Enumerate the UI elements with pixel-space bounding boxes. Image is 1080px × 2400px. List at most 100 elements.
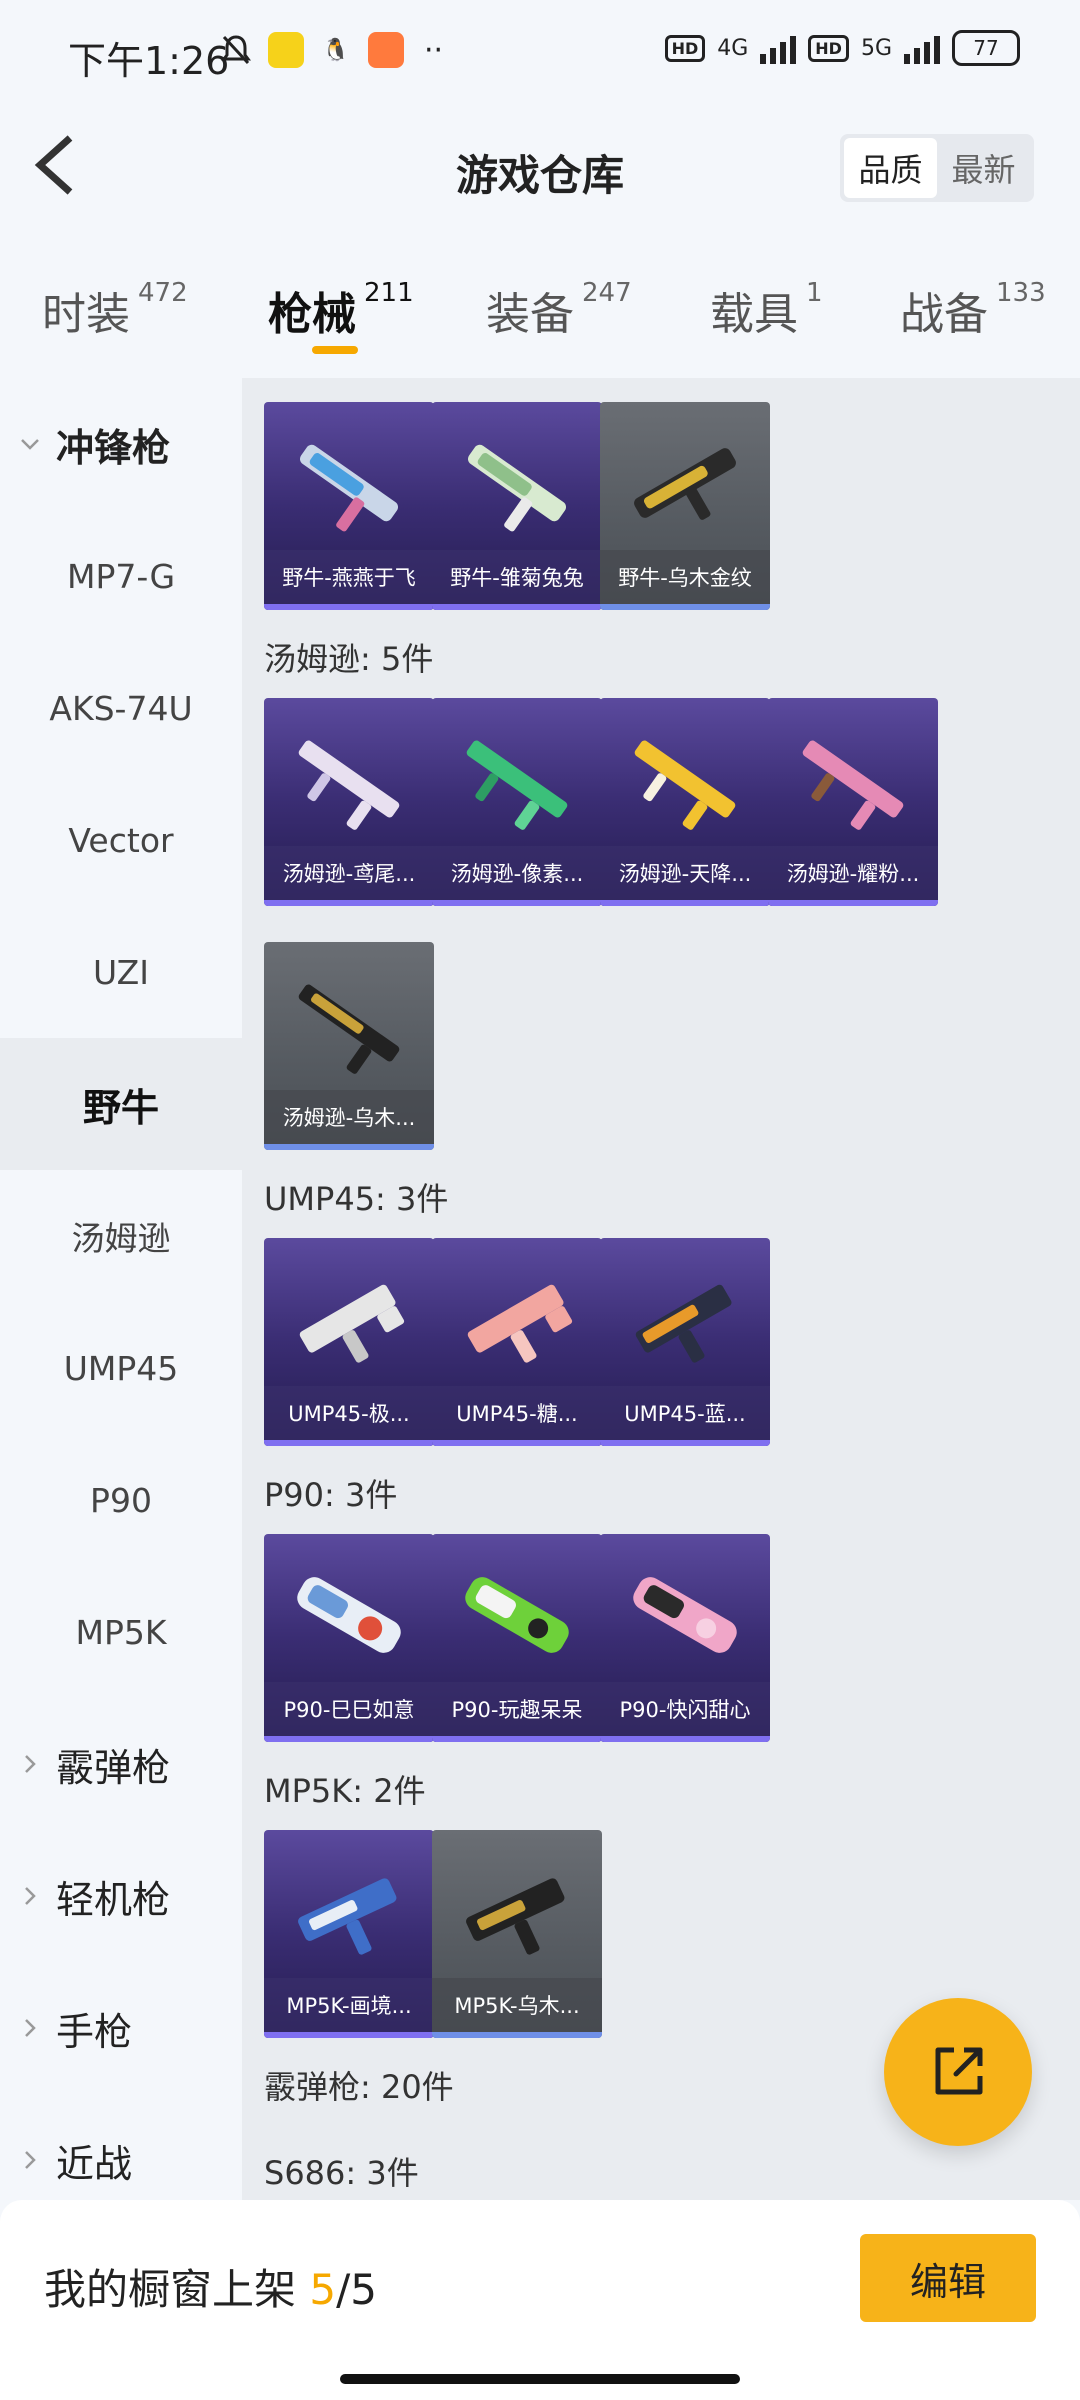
sidebar-item-thompson[interactable]: 汤姆逊: [0, 1170, 242, 1302]
sidebar-item-ump45[interactable]: UMP45: [0, 1302, 242, 1434]
network-5g: 5G: [860, 35, 892, 61]
chevron-down-icon: [21, 439, 39, 450]
item-card[interactable]: UMP45-糖...: [432, 1238, 602, 1446]
sidebar-item-lmg[interactable]: 轻机枪: [0, 1830, 242, 1962]
item-name: 野牛-燕燕于飞: [264, 550, 434, 604]
section-title-mp5k: MP5K: 2件: [264, 1772, 426, 1810]
bottom-bar: 我的橱窗上架 5/5 编辑: [0, 2200, 1080, 2400]
item-name: MP5K-乌木...: [432, 1978, 602, 2032]
item-card[interactable]: P90-快闪甜心: [600, 1534, 770, 1742]
gun-skin-icon: [299, 1284, 405, 1363]
section-title-ump45: UMP45: 3件: [264, 1180, 449, 1218]
chevron-right-icon: [25, 1755, 36, 1773]
sidebar-item-aks74u[interactable]: AKS-74U: [0, 642, 242, 774]
item-name: 汤姆逊-像素...: [432, 846, 602, 900]
item-name: 汤姆逊-耀粉...: [768, 846, 938, 900]
item-name: UMP45-蓝...: [600, 1386, 770, 1440]
section-title-thompson: 汤姆逊: 5件: [264, 640, 434, 678]
bell-off-icon: [221, 35, 251, 65]
item-name: 汤姆逊-天降...: [600, 846, 770, 900]
item-grid: 野牛-燕燕于飞 野牛-雏菊兔兔 野牛-乌木金纹 汤姆逊: 5件 汤姆逊-鸢尾..…: [242, 378, 1080, 2200]
sort-toggle: 品质 最新: [840, 134, 1034, 202]
network-4g: 4G: [717, 35, 749, 61]
item-name: MP5K-画境...: [264, 1978, 434, 2032]
app-notification-icon: [268, 32, 304, 68]
item-card[interactable]: 汤姆逊-乌木...: [264, 942, 434, 1150]
sidebar-item-p90[interactable]: P90: [0, 1434, 242, 1566]
sidebar-item-vector[interactable]: Vector: [0, 774, 242, 906]
status-bar: 下午1:26 🐧 ·· HD 4G HD 5G 77: [0, 0, 1080, 110]
item-card[interactable]: 野牛-燕燕于飞: [264, 402, 434, 610]
section-title-p90: P90: 3件: [264, 1476, 398, 1514]
section-title-s686: S686: 3件: [264, 2154, 419, 2192]
gun-skin-icon: [633, 1577, 737, 1653]
sort-newest[interactable]: 最新: [937, 138, 1030, 198]
item-name: UMP45-糖...: [432, 1386, 602, 1440]
item-card[interactable]: P90-巳巳如意: [264, 1534, 434, 1742]
tab-indicator: [312, 346, 358, 354]
battery-icon: 77: [952, 30, 1020, 66]
status-time: 下午1:26: [68, 39, 230, 83]
gun-skin-icon: [467, 1284, 573, 1363]
gun-skin-icon: [802, 740, 904, 830]
gun-skin-icon: [298, 1878, 397, 1955]
item-card[interactable]: UMP45-极...: [264, 1238, 434, 1446]
sort-quality[interactable]: 品质: [844, 138, 937, 198]
tab-guns[interactable]: 枪械 211: [268, 278, 414, 342]
gun-skin-icon: [466, 1878, 565, 1955]
item-name: 野牛-乌木金纹: [600, 550, 770, 604]
home-indicator: [340, 2374, 740, 2384]
sidebar-item-shotgun[interactable]: 霰弹枪: [0, 1698, 242, 1830]
sidebar-item-uzi[interactable]: UZI: [0, 906, 242, 1038]
item-card[interactable]: 汤姆逊-天降...: [600, 698, 770, 906]
item-card[interactable]: 汤姆逊-像素...: [432, 698, 602, 906]
share-icon: [935, 2047, 983, 2095]
gun-skin-icon: [635, 1284, 732, 1363]
tab-vehicles[interactable]: 载具 1: [710, 278, 823, 342]
item-card[interactable]: 汤姆逊-耀粉...: [768, 698, 938, 906]
hd-icon-2: HD: [808, 34, 849, 62]
chevron-right-icon: [25, 1887, 36, 1905]
item-card[interactable]: P90-玩趣呆呆: [432, 1534, 602, 1742]
share-button[interactable]: [884, 1998, 1032, 2146]
shop-notification-icon: [368, 32, 404, 68]
gun-skin-icon: [467, 444, 567, 532]
item-card[interactable]: 野牛-乌木金纹: [600, 402, 770, 610]
item-name: P90-巳巳如意: [264, 1682, 434, 1736]
gun-skin-icon: [466, 740, 568, 830]
header: 游戏仓库 品质 最新: [0, 110, 1080, 230]
item-card[interactable]: MP5K-画境...: [264, 1830, 434, 2038]
sidebar: 冲锋枪 MP7-G AKS-74U Vector UZI 野牛 汤姆逊 UMP4…: [0, 378, 242, 2200]
item-card[interactable]: UMP45-蓝...: [600, 1238, 770, 1446]
sidebar-item-pistol[interactable]: 手枪: [0, 1962, 242, 2094]
signal-icon-2: [904, 32, 940, 64]
signal-icon: [760, 32, 797, 64]
item-name: P90-快闪甜心: [600, 1682, 770, 1736]
item-name: UMP45-极...: [264, 1386, 434, 1440]
sidebar-item-smg[interactable]: 冲锋枪: [0, 378, 242, 510]
sidebar-item-mp7g[interactable]: MP7-G: [0, 510, 242, 642]
chevron-right-icon: [25, 2019, 36, 2037]
sidebar-item-bizon[interactable]: 野牛: [0, 1038, 242, 1170]
gun-skin-icon: [298, 984, 400, 1074]
tab-supplies[interactable]: 战备 133: [900, 278, 1046, 342]
qq-icon: 🐧: [322, 37, 350, 63]
sidebar-item-mp5k[interactable]: MP5K: [0, 1566, 242, 1698]
edit-button[interactable]: 编辑: [860, 2234, 1036, 2322]
item-name: 汤姆逊-乌木...: [264, 1090, 434, 1144]
showcase-count: 我的橱窗上架 5/5: [44, 2265, 377, 2314]
item-name: 野牛-雏菊兔兔: [432, 550, 602, 604]
hd-icon: HD: [664, 34, 706, 62]
item-card[interactable]: 汤姆逊-鸢尾...: [264, 698, 434, 906]
gun-skin-icon: [299, 444, 399, 532]
item-card[interactable]: MP5K-乌木...: [432, 1830, 602, 2038]
tab-equipment[interactable]: 装备 247: [486, 278, 632, 342]
tab-fashion[interactable]: 时装 472: [42, 278, 188, 342]
category-tabs: 时装 472 枪械 211 装备 247 载具 1 战备 133: [0, 262, 1080, 362]
chevron-right-icon: [25, 2151, 36, 2169]
item-card[interactable]: 野牛-雏菊兔兔: [432, 402, 602, 610]
more-dots-icon: ··: [424, 32, 444, 68]
item-name: P90-玩趣呆呆: [432, 1682, 602, 1736]
gun-skin-icon: [298, 740, 400, 830]
gun-skin-icon: [297, 1577, 401, 1653]
